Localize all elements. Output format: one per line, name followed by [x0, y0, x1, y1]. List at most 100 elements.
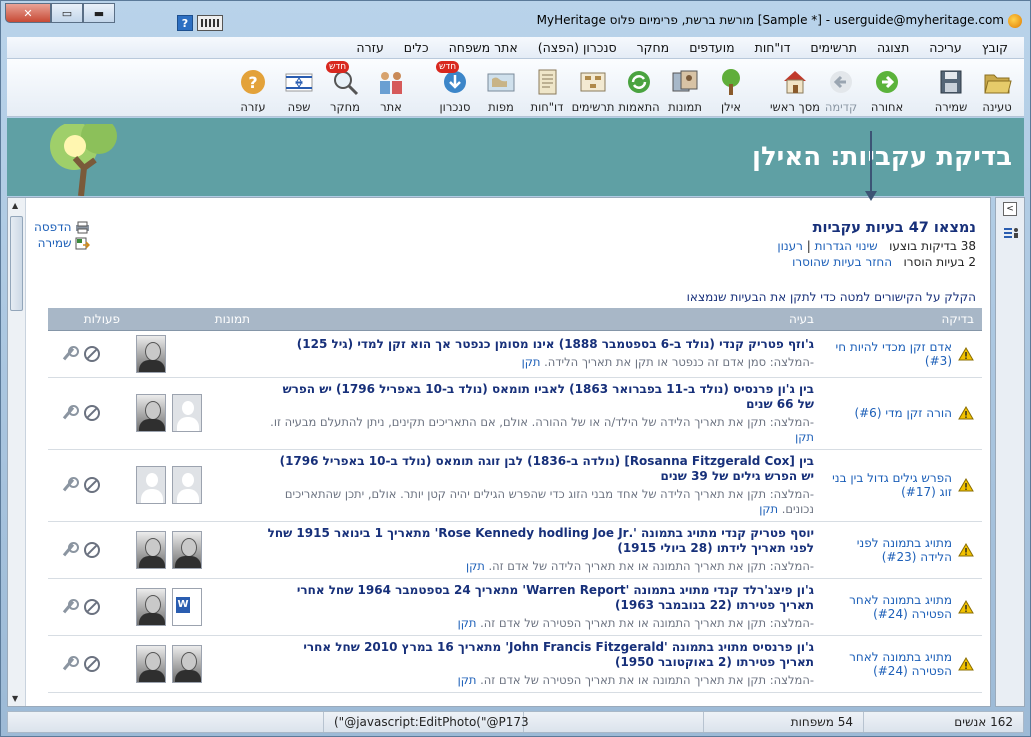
fix-link[interactable]: תקן	[759, 502, 778, 516]
ignore-icon[interactable]	[84, 477, 100, 493]
keyboard-icon[interactable]	[197, 15, 223, 31]
toolbar-open[interactable]: טעינה	[974, 60, 1020, 116]
toolbar-back[interactable]: אחורה	[864, 60, 910, 116]
fix-link[interactable]: תקן	[466, 559, 485, 573]
toolbar-tree[interactable]: אילן	[708, 60, 754, 116]
actions-cell	[48, 521, 128, 579]
fix-link[interactable]: תקן	[795, 430, 814, 444]
person-photo-thumbnail[interactable]	[136, 334, 166, 373]
save-link[interactable]: שמירה	[34, 236, 90, 250]
minimize-button[interactable]: ▬	[83, 3, 115, 23]
ignore-icon[interactable]	[84, 541, 100, 558]
toolbar-save[interactable]: שמירה	[928, 60, 974, 116]
ignore-icon[interactable]	[84, 655, 100, 672]
title-bar: ✕ ▭ ▬ ? MyHeritage מורשת ברשת, פרימיום פ…	[1, 1, 1030, 37]
toolbar-sync[interactable]: חדש סנכרון	[432, 60, 478, 116]
wrench-icon[interactable]	[60, 655, 79, 672]
check-name[interactable]: אדם זקן מכדי להיות חי (#3)	[830, 340, 952, 368]
toolbar-forward[interactable]: קדימה	[818, 60, 864, 116]
save-export-icon	[75, 237, 90, 249]
side-panel: <	[995, 197, 1025, 707]
fix-link[interactable]: תקן	[522, 355, 541, 369]
problem-title[interactable]: ג'ון פרנסיס מתויג בתמונה 'John Francis F…	[266, 640, 814, 670]
menu-favorites[interactable]: מועדפים	[679, 40, 744, 55]
person-photo-thumbnail[interactable]	[172, 530, 202, 569]
help-icon[interactable]: ?	[177, 15, 193, 31]
problem-title[interactable]: ג'ון פיצג'רלד קנדי מתויג בתמונה 'Warren …	[266, 583, 814, 613]
scroll-thumb[interactable]	[10, 216, 23, 311]
person-photo-thumbnail[interactable]	[136, 394, 166, 432]
fix-link[interactable]: תקן	[458, 616, 477, 630]
toolbar-reports[interactable]: דו"חות	[524, 60, 570, 116]
reports-icon	[532, 67, 562, 97]
person-photo-thumbnail[interactable]	[136, 587, 166, 626]
refresh-link[interactable]: רענון	[777, 239, 803, 253]
scroll-up-icon[interactable]: ▲	[12, 201, 18, 210]
problem-cell: ג'וזף פטריק קנדי (נולד ב-6 בספטמבר 1888)…	[258, 330, 822, 378]
check-name[interactable]: מתויג בתמונה לפני הלידה (#23)	[830, 536, 952, 564]
toolbar-maps[interactable]: מפות	[478, 60, 524, 116]
toolbar-research[interactable]: חדש מחקר	[322, 60, 368, 116]
wrench-icon[interactable]	[60, 598, 79, 615]
ignore-icon[interactable]	[84, 345, 100, 362]
restore-removed-link[interactable]: החזר בעיות שהוסרו	[792, 255, 892, 269]
new-badge: חדש	[326, 61, 350, 73]
person-photo-thumbnail[interactable]	[172, 587, 202, 626]
person-photo-thumbnail[interactable]	[136, 530, 166, 569]
problem-title[interactable]: יוסף פטריק קנדי מתויג בתמונה '.Rose Kenn…	[266, 526, 814, 556]
problem-title[interactable]: בין [Rosanna Fitzgerald Cox] (נולדה ב-18…	[266, 454, 814, 484]
problem-title[interactable]: בין ג'ון פרנסיס (נולד ב-11 בפברואר 1863)…	[266, 382, 814, 412]
menu-edit[interactable]: עריכה	[919, 40, 971, 55]
print-link[interactable]: הדפסה	[34, 220, 90, 234]
menu-reports[interactable]: דו"חות	[745, 40, 801, 55]
wrench-icon[interactable]	[60, 405, 79, 421]
scroll-down-icon[interactable]: ▼	[12, 694, 18, 703]
toolbar-label: מפות	[488, 100, 514, 114]
tree-icon	[716, 67, 746, 97]
menu-file[interactable]: קובץ	[972, 40, 1018, 55]
toolbar-language[interactable]: שפה	[276, 60, 322, 116]
person-photo-thumbnail[interactable]	[172, 394, 202, 432]
wrench-icon[interactable]	[60, 477, 79, 493]
ignore-icon[interactable]	[84, 405, 100, 421]
wrench-icon[interactable]	[60, 345, 79, 362]
toolbar-matches[interactable]: התאמות	[616, 60, 662, 116]
check-cell: אדם זקן מכדי להיות חי (#3)	[822, 330, 982, 378]
toolbar-label: טעינה	[982, 100, 1012, 114]
maximize-button[interactable]: ▭	[51, 3, 83, 23]
toolbar-website[interactable]: אתר	[368, 60, 414, 116]
status-empty	[523, 712, 703, 732]
recommendation: -המלצה: תקן את תאריך הלידה של הילד/ה או …	[266, 415, 814, 445]
collapse-panel-button[interactable]: <	[1003, 202, 1017, 216]
check-name[interactable]: הפרש גילים גדול בין בני זוג (#17)	[830, 471, 952, 499]
person-photo-thumbnail[interactable]	[172, 466, 202, 504]
check-name[interactable]: מתויג בתמונה לאחר הפטירה (#24)	[830, 650, 952, 678]
menu-sync[interactable]: סנכרון (הפצה)	[528, 40, 627, 55]
change-settings-link[interactable]: שינוי הגדרות	[815, 239, 878, 253]
recommendation: -המלצה: תקן את תאריך התמונה או את תאריך …	[266, 559, 814, 574]
problem-title[interactable]: ג'וזף פטריק קנדי (נולד ב-6 בספטמבר 1888)…	[266, 337, 814, 352]
close-button[interactable]: ✕	[5, 3, 51, 23]
check-name[interactable]: מתויג בתמונה לאחר הפטירה (#24)	[830, 593, 952, 621]
fix-link[interactable]: תקן	[458, 673, 477, 687]
people-list-icon[interactable]	[1002, 224, 1020, 242]
person-photo-thumbnail[interactable]	[172, 644, 202, 683]
toolbar-help[interactable]: ? עזרה	[230, 60, 276, 116]
toolbar-photos[interactable]: תמונות	[662, 60, 708, 116]
toolbar-home[interactable]: מסך ראשי	[770, 60, 820, 116]
app-window: ✕ ▭ ▬ ? MyHeritage מורשת ברשת, פרימיום פ…	[0, 0, 1031, 737]
check-cell: מתויג בתמונה לפני הלידה (#23)	[822, 521, 982, 579]
person-photo-thumbnail[interactable]	[136, 466, 166, 504]
menu-help[interactable]: עזרה	[346, 40, 393, 55]
menu-tools[interactable]: כלים	[394, 40, 439, 55]
toolbar-charts[interactable]: תרשימים	[570, 60, 616, 116]
vertical-scrollbar[interactable]: ▲ ▼	[8, 198, 26, 706]
check-name[interactable]: הורה זקן מדי (#6)	[854, 406, 952, 420]
wrench-icon[interactable]	[60, 541, 79, 558]
menu-research[interactable]: מחקר	[627, 40, 680, 55]
ignore-icon[interactable]	[84, 598, 100, 615]
menu-view[interactable]: תצוגה	[867, 40, 919, 55]
person-photo-thumbnail[interactable]	[136, 644, 166, 683]
menu-charts[interactable]: תרשימים	[800, 40, 867, 55]
menu-family-site[interactable]: אתר משפחה	[439, 40, 528, 55]
